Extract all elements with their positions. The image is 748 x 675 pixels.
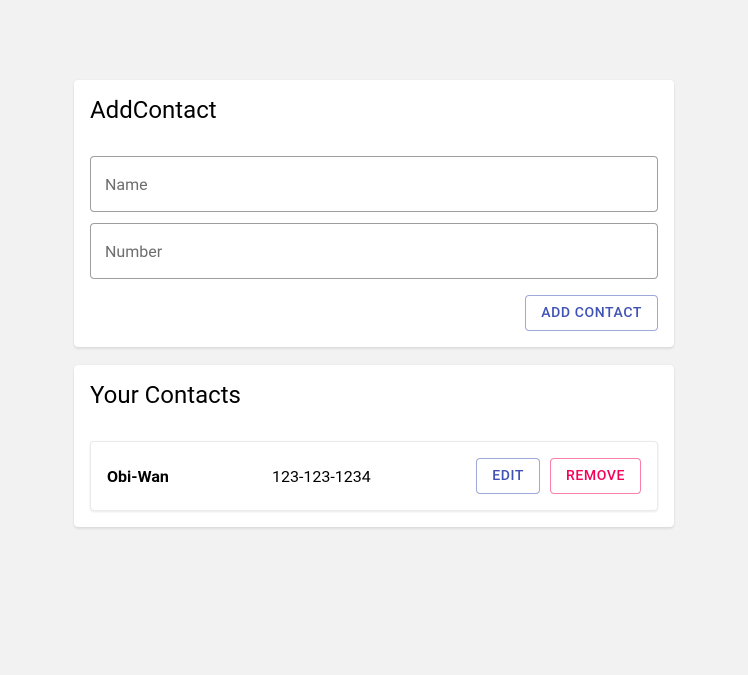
contact-actions: Edit Remove	[476, 458, 641, 494]
contacts-card: Your Contacts Obi-Wan 123-123-1234 Edit …	[74, 365, 674, 527]
number-input[interactable]	[90, 223, 658, 279]
contact-number: 123-123-1234	[272, 467, 476, 486]
remove-button[interactable]: Remove	[550, 458, 641, 494]
add-contact-title: AddContact	[90, 96, 658, 124]
add-contact-card: AddContact Add Contact	[74, 80, 674, 347]
add-contact-actions: Add Contact	[90, 295, 658, 331]
name-input[interactable]	[90, 156, 658, 212]
edit-button[interactable]: Edit	[476, 458, 540, 494]
number-input-wrapper	[90, 223, 658, 279]
add-contact-button[interactable]: Add Contact	[525, 295, 658, 331]
contacts-title: Your Contacts	[90, 381, 658, 409]
contacts-list: Obi-Wan 123-123-1234 Edit Remove	[90, 441, 658, 511]
contact-name: Obi-Wan	[107, 467, 272, 486]
name-input-wrapper	[90, 156, 658, 212]
contact-item: Obi-Wan 123-123-1234 Edit Remove	[90, 441, 658, 511]
